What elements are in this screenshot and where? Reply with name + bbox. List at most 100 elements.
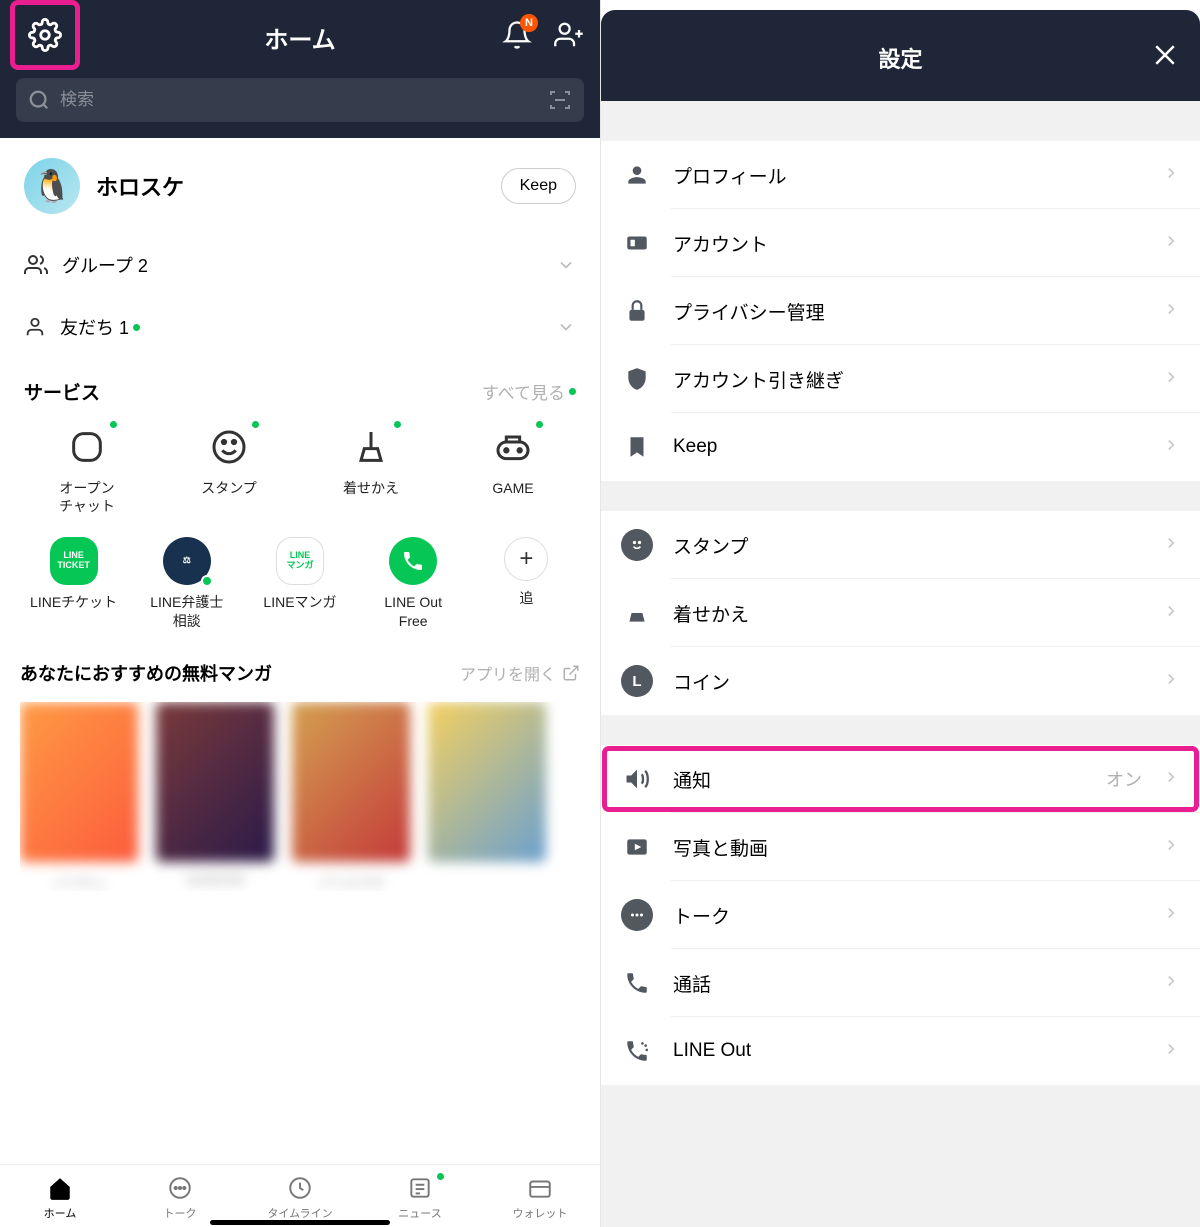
- settings-button[interactable]: [10, 0, 80, 70]
- settings-title: 設定: [651, 42, 1150, 74]
- settings-row-label: LINE Out: [673, 1040, 1142, 1062]
- settings-row-label: 通話: [673, 970, 1142, 997]
- chevron-right-icon: [1162, 232, 1180, 255]
- tab-talk[interactable]: トーク: [120, 1175, 240, 1221]
- settings-row-coin-circle[interactable]: Lコイン: [601, 647, 1200, 715]
- chevron-down-icon: [556, 317, 576, 337]
- friends-label: 友だち 1: [60, 314, 140, 340]
- settings-row-label: Keep: [673, 436, 1142, 458]
- tab-wallet[interactable]: ウォレット: [480, 1175, 600, 1221]
- settings-row-id[interactable]: アカウント: [601, 209, 1200, 277]
- openchat-icon: [67, 427, 107, 467]
- clock-icon: [287, 1175, 313, 1201]
- avatar[interactable]: 🐧: [24, 158, 80, 214]
- settings-row-lock[interactable]: プライバシー管理: [601, 277, 1200, 345]
- service-line-out-free[interactable]: LINE OutFree: [358, 537, 469, 629]
- close-button[interactable]: [1150, 40, 1180, 75]
- settings-row-label: プライバシー管理: [673, 298, 1142, 325]
- brush-icon: [351, 427, 391, 467]
- search-input[interactable]: [60, 90, 548, 110]
- brush-icon: [621, 597, 653, 629]
- add-friend-button[interactable]: [554, 20, 584, 55]
- service-game[interactable]: GAME: [444, 423, 582, 515]
- id-icon: [621, 227, 653, 259]
- search-icon: [28, 89, 50, 111]
- friends-row[interactable]: 友だち 1: [24, 296, 576, 358]
- service-theme[interactable]: 着せかえ: [302, 423, 440, 515]
- person-icon: [621, 159, 653, 191]
- chevron-right-icon: [1162, 436, 1180, 459]
- settings-row-phoneout[interactable]: LINE Out: [601, 1017, 1200, 1085]
- service-line-manga[interactable]: LINEマンガ LINEマンガ: [244, 537, 355, 629]
- wallet-icon: [527, 1175, 553, 1201]
- search-bar[interactable]: [16, 78, 584, 122]
- groups-row[interactable]: グループ 2: [24, 234, 576, 296]
- services-see-all[interactable]: すべて見る: [482, 379, 576, 404]
- settings-row-label: 着せかえ: [673, 600, 1142, 627]
- notification-badge: N: [520, 14, 538, 32]
- lock-icon: [621, 295, 653, 327]
- profile-name[interactable]: ホロスケ: [96, 170, 485, 202]
- settings-row-label: アカウント引き継ぎ: [673, 366, 1142, 393]
- chevron-right-icon: [1162, 670, 1180, 693]
- phone-icon: [621, 967, 653, 999]
- service-openchat[interactable]: オープンチャット: [18, 423, 156, 515]
- settings-row-smile-circle[interactable]: スタンプ: [601, 511, 1200, 579]
- home-icon: [47, 1175, 73, 1201]
- close-icon: [1150, 40, 1180, 70]
- line-lawyer-icon: ⚖: [163, 537, 211, 585]
- line-ticket-icon: LINETICKET: [50, 537, 98, 585]
- chevron-right-icon: [1162, 368, 1180, 391]
- manga-item[interactable]: SHADOW: [156, 702, 274, 891]
- settings-row-value: オン: [1106, 766, 1142, 792]
- settings-row-label: プロフィール: [673, 162, 1142, 189]
- settings-row-dots-circle[interactable]: トーク: [601, 881, 1200, 949]
- line-out-icon: [389, 537, 437, 585]
- chevron-right-icon: [1162, 836, 1180, 859]
- person-add-icon: [554, 20, 584, 50]
- coin-circle-icon: L: [621, 665, 653, 697]
- tab-news[interactable]: ニュース: [360, 1175, 480, 1221]
- dots-circle-icon: [621, 899, 653, 931]
- chevron-right-icon: [1162, 300, 1180, 323]
- settings-row-label: スタンプ: [673, 532, 1142, 559]
- speaker-icon: [621, 763, 653, 795]
- service-add[interactable]: + 追: [471, 537, 582, 629]
- shield-icon: [621, 363, 653, 395]
- settings-row-bookmark[interactable]: Keep: [601, 413, 1200, 481]
- chevron-right-icon: [1162, 768, 1180, 791]
- settings-row-phone[interactable]: 通話: [601, 949, 1200, 1017]
- settings-row-play[interactable]: 写真と動画: [601, 813, 1200, 881]
- settings-row-label: アカウント: [673, 230, 1142, 257]
- settings-row-label: 写真と動画: [673, 834, 1142, 861]
- game-icon: [493, 427, 533, 467]
- service-stamp[interactable]: スタンプ: [160, 423, 298, 515]
- manga-section-title: あなたにおすすめの無料マンガ: [20, 660, 272, 686]
- notifications-button[interactable]: N: [502, 20, 532, 55]
- scan-icon[interactable]: [548, 88, 572, 112]
- tab-home[interactable]: ホーム: [0, 1175, 120, 1221]
- chevron-right-icon: [1162, 164, 1180, 187]
- settings-row-brush[interactable]: 着せかえ: [601, 579, 1200, 647]
- service-line-ticket[interactable]: LINETICKET LINEチケット: [18, 537, 129, 629]
- plus-icon: +: [504, 537, 548, 581]
- settings-row-label: 通知: [673, 766, 1086, 793]
- services-title: サービス: [24, 378, 100, 405]
- chevron-right-icon: [1162, 602, 1180, 625]
- settings-row-shield[interactable]: アカウント引き継ぎ: [601, 345, 1200, 413]
- person-icon: [24, 316, 46, 338]
- settings-row-speaker[interactable]: 通知オン: [601, 745, 1200, 813]
- bookmark-icon: [621, 431, 653, 463]
- tab-timeline[interactable]: タイムライン: [240, 1175, 360, 1221]
- settings-row-person[interactable]: プロフィール: [601, 141, 1200, 209]
- people-icon: [24, 253, 48, 277]
- chevron-right-icon: [1162, 904, 1180, 927]
- manga-item[interactable]: バトルスタ: [292, 702, 410, 891]
- manga-item[interactable]: ハイキュ: [20, 702, 138, 891]
- smile-icon: [209, 427, 249, 467]
- open-app-link[interactable]: アプリを開く: [460, 661, 580, 685]
- line-manga-icon: LINEマンガ: [276, 537, 324, 585]
- service-line-lawyer[interactable]: ⚖ LINE弁護士相談: [131, 537, 242, 629]
- manga-item[interactable]: [428, 702, 546, 891]
- keep-button[interactable]: Keep: [501, 168, 576, 204]
